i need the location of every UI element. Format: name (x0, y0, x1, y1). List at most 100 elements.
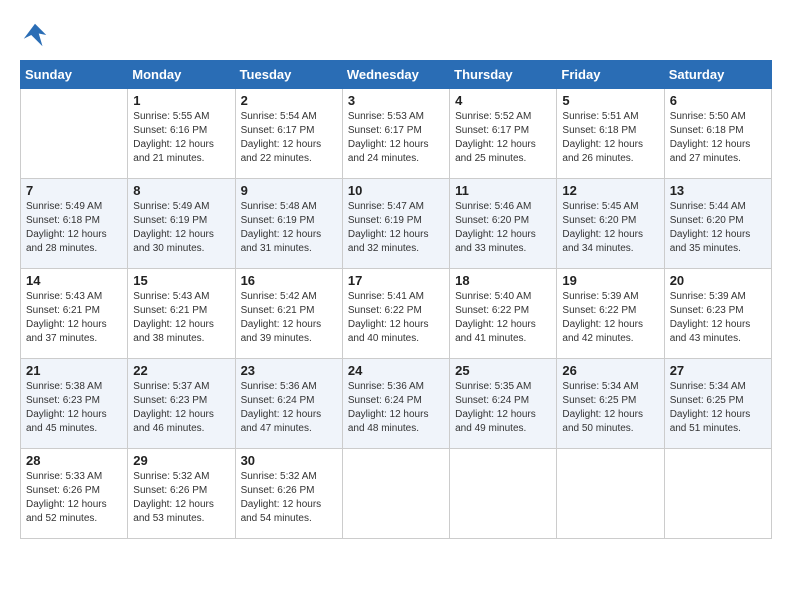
day-info: Sunrise: 5:50 AMSunset: 6:18 PMDaylight:… (670, 110, 766, 166)
day-number: 18 (455, 273, 551, 288)
day-number: 17 (348, 273, 444, 288)
day-number: 23 (241, 363, 337, 378)
day-number: 2 (241, 93, 337, 108)
day-info: Sunrise: 5:41 AMSunset: 6:22 PMDaylight:… (348, 290, 444, 346)
day-number: 21 (26, 363, 122, 378)
calendar-cell (450, 449, 557, 539)
calendar-table: SundayMondayTuesdayWednesdayThursdayFrid… (20, 60, 772, 539)
day-info: Sunrise: 5:36 AMSunset: 6:24 PMDaylight:… (241, 380, 337, 436)
day-number: 12 (562, 183, 658, 198)
day-info: Sunrise: 5:47 AMSunset: 6:19 PMDaylight:… (348, 200, 444, 256)
day-info: Sunrise: 5:40 AMSunset: 6:22 PMDaylight:… (455, 290, 551, 346)
day-info: Sunrise: 5:43 AMSunset: 6:21 PMDaylight:… (26, 290, 122, 346)
calendar-cell: 21 Sunrise: 5:38 AMSunset: 6:23 PMDaylig… (21, 359, 128, 449)
calendar-cell: 8 Sunrise: 5:49 AMSunset: 6:19 PMDayligh… (128, 179, 235, 269)
day-number: 16 (241, 273, 337, 288)
calendar-cell: 1 Sunrise: 5:55 AMSunset: 6:16 PMDayligh… (128, 89, 235, 179)
calendar-cell: 29 Sunrise: 5:32 AMSunset: 6:26 PMDaylig… (128, 449, 235, 539)
day-number: 29 (133, 453, 229, 468)
day-number: 13 (670, 183, 766, 198)
calendar-cell: 24 Sunrise: 5:36 AMSunset: 6:24 PMDaylig… (342, 359, 449, 449)
day-info: Sunrise: 5:36 AMSunset: 6:24 PMDaylight:… (348, 380, 444, 436)
day-info: Sunrise: 5:32 AMSunset: 6:26 PMDaylight:… (241, 470, 337, 526)
day-number: 19 (562, 273, 658, 288)
calendar-cell: 19 Sunrise: 5:39 AMSunset: 6:22 PMDaylig… (557, 269, 664, 359)
calendar-cell (21, 89, 128, 179)
calendar-cell: 9 Sunrise: 5:48 AMSunset: 6:19 PMDayligh… (235, 179, 342, 269)
day-info: Sunrise: 5:55 AMSunset: 6:16 PMDaylight:… (133, 110, 229, 166)
day-number: 25 (455, 363, 551, 378)
day-number: 3 (348, 93, 444, 108)
day-number: 8 (133, 183, 229, 198)
calendar-cell: 13 Sunrise: 5:44 AMSunset: 6:20 PMDaylig… (664, 179, 771, 269)
day-info: Sunrise: 5:51 AMSunset: 6:18 PMDaylight:… (562, 110, 658, 166)
day-number: 20 (670, 273, 766, 288)
day-info: Sunrise: 5:52 AMSunset: 6:17 PMDaylight:… (455, 110, 551, 166)
day-number: 1 (133, 93, 229, 108)
logo-icon (20, 20, 50, 50)
calendar-cell: 26 Sunrise: 5:34 AMSunset: 6:25 PMDaylig… (557, 359, 664, 449)
calendar-cell: 2 Sunrise: 5:54 AMSunset: 6:17 PMDayligh… (235, 89, 342, 179)
calendar-cell: 7 Sunrise: 5:49 AMSunset: 6:18 PMDayligh… (21, 179, 128, 269)
day-number: 24 (348, 363, 444, 378)
day-number: 15 (133, 273, 229, 288)
calendar-cell: 10 Sunrise: 5:47 AMSunset: 6:19 PMDaylig… (342, 179, 449, 269)
day-info: Sunrise: 5:49 AMSunset: 6:18 PMDaylight:… (26, 200, 122, 256)
calendar-cell: 6 Sunrise: 5:50 AMSunset: 6:18 PMDayligh… (664, 89, 771, 179)
day-number: 26 (562, 363, 658, 378)
day-number: 22 (133, 363, 229, 378)
day-number: 7 (26, 183, 122, 198)
day-info: Sunrise: 5:38 AMSunset: 6:23 PMDaylight:… (26, 380, 122, 436)
day-info: Sunrise: 5:48 AMSunset: 6:19 PMDaylight:… (241, 200, 337, 256)
day-number: 28 (26, 453, 122, 468)
day-info: Sunrise: 5:37 AMSunset: 6:23 PMDaylight:… (133, 380, 229, 436)
calendar-cell: 15 Sunrise: 5:43 AMSunset: 6:21 PMDaylig… (128, 269, 235, 359)
day-info: Sunrise: 5:53 AMSunset: 6:17 PMDaylight:… (348, 110, 444, 166)
calendar-cell: 27 Sunrise: 5:34 AMSunset: 6:25 PMDaylig… (664, 359, 771, 449)
day-header-sunday: Sunday (21, 61, 128, 89)
day-number: 9 (241, 183, 337, 198)
calendar-cell: 30 Sunrise: 5:32 AMSunset: 6:26 PMDaylig… (235, 449, 342, 539)
day-info: Sunrise: 5:44 AMSunset: 6:20 PMDaylight:… (670, 200, 766, 256)
day-info: Sunrise: 5:45 AMSunset: 6:20 PMDaylight:… (562, 200, 658, 256)
day-info: Sunrise: 5:49 AMSunset: 6:19 PMDaylight:… (133, 200, 229, 256)
day-number: 6 (670, 93, 766, 108)
calendar-cell: 4 Sunrise: 5:52 AMSunset: 6:17 PMDayligh… (450, 89, 557, 179)
day-info: Sunrise: 5:39 AMSunset: 6:22 PMDaylight:… (562, 290, 658, 346)
day-header-friday: Friday (557, 61, 664, 89)
day-number: 11 (455, 183, 551, 198)
day-header-tuesday: Tuesday (235, 61, 342, 89)
calendar-cell: 22 Sunrise: 5:37 AMSunset: 6:23 PMDaylig… (128, 359, 235, 449)
day-info: Sunrise: 5:35 AMSunset: 6:24 PMDaylight:… (455, 380, 551, 436)
calendar-cell: 12 Sunrise: 5:45 AMSunset: 6:20 PMDaylig… (557, 179, 664, 269)
calendar-cell: 25 Sunrise: 5:35 AMSunset: 6:24 PMDaylig… (450, 359, 557, 449)
day-info: Sunrise: 5:42 AMSunset: 6:21 PMDaylight:… (241, 290, 337, 346)
day-info: Sunrise: 5:46 AMSunset: 6:20 PMDaylight:… (455, 200, 551, 256)
calendar-cell: 16 Sunrise: 5:42 AMSunset: 6:21 PMDaylig… (235, 269, 342, 359)
page-header (20, 20, 772, 50)
day-header-monday: Monday (128, 61, 235, 89)
logo (20, 20, 54, 50)
calendar-cell: 17 Sunrise: 5:41 AMSunset: 6:22 PMDaylig… (342, 269, 449, 359)
day-number: 4 (455, 93, 551, 108)
calendar-cell: 3 Sunrise: 5:53 AMSunset: 6:17 PMDayligh… (342, 89, 449, 179)
day-info: Sunrise: 5:39 AMSunset: 6:23 PMDaylight:… (670, 290, 766, 346)
calendar-cell (557, 449, 664, 539)
day-number: 14 (26, 273, 122, 288)
day-header-saturday: Saturday (664, 61, 771, 89)
calendar-cell: 20 Sunrise: 5:39 AMSunset: 6:23 PMDaylig… (664, 269, 771, 359)
calendar-cell: 11 Sunrise: 5:46 AMSunset: 6:20 PMDaylig… (450, 179, 557, 269)
calendar-cell (342, 449, 449, 539)
day-header-wednesday: Wednesday (342, 61, 449, 89)
calendar-cell: 28 Sunrise: 5:33 AMSunset: 6:26 PMDaylig… (21, 449, 128, 539)
calendar-cell: 14 Sunrise: 5:43 AMSunset: 6:21 PMDaylig… (21, 269, 128, 359)
day-info: Sunrise: 5:54 AMSunset: 6:17 PMDaylight:… (241, 110, 337, 166)
day-info: Sunrise: 5:34 AMSunset: 6:25 PMDaylight:… (562, 380, 658, 436)
calendar-cell: 18 Sunrise: 5:40 AMSunset: 6:22 PMDaylig… (450, 269, 557, 359)
calendar-cell: 5 Sunrise: 5:51 AMSunset: 6:18 PMDayligh… (557, 89, 664, 179)
day-info: Sunrise: 5:32 AMSunset: 6:26 PMDaylight:… (133, 470, 229, 526)
day-info: Sunrise: 5:33 AMSunset: 6:26 PMDaylight:… (26, 470, 122, 526)
day-number: 5 (562, 93, 658, 108)
calendar-cell: 23 Sunrise: 5:36 AMSunset: 6:24 PMDaylig… (235, 359, 342, 449)
day-number: 30 (241, 453, 337, 468)
